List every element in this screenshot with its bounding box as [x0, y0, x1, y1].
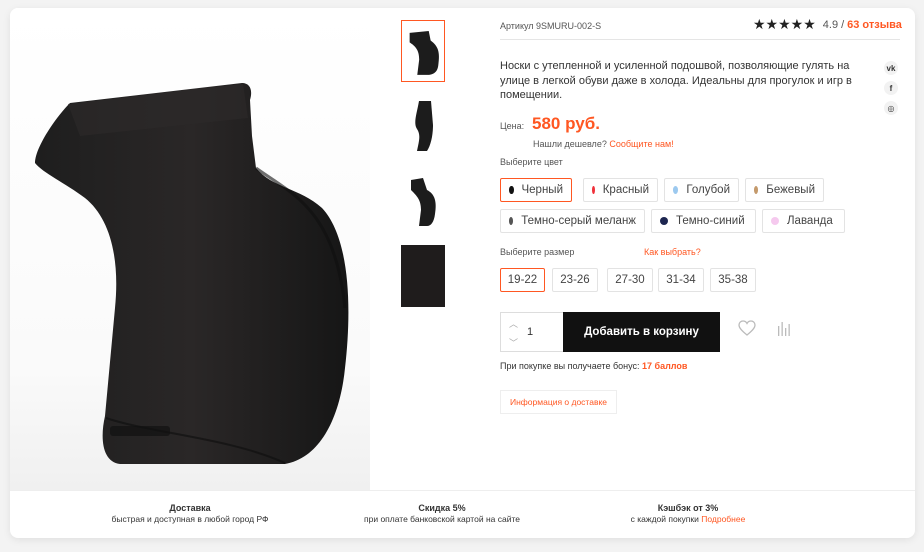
thumbnail-4[interactable]: [401, 245, 445, 307]
compare-icon[interactable]: [778, 322, 790, 341]
size-guide-link[interactable]: Как выбрать?: [644, 247, 701, 257]
color-swatch-icon: [509, 186, 514, 194]
color-option-label: Красный: [602, 184, 649, 196]
color-option[interactable]: Темно-синий: [651, 209, 756, 233]
feature-delivery: Доставка быстрая и доступная в любой гор…: [90, 503, 290, 524]
color-swatch-icon: [771, 217, 779, 225]
instagram-icon[interactable]: ◎: [884, 101, 898, 115]
color-option-label: Темно-серый меланж: [521, 215, 636, 227]
facebook-icon[interactable]: f: [884, 81, 898, 95]
color-option[interactable]: Лаванда: [762, 209, 845, 233]
price-label: Цена:: [500, 121, 525, 131]
bonus-text: При покупке вы получаете бонус:: [500, 361, 640, 371]
divider: [500, 39, 900, 40]
bonus-info: При покупке вы получаете бонус: 17 балло…: [500, 361, 687, 371]
size-option[interactable]: 35-38: [710, 268, 756, 292]
size-option[interactable]: 31-34: [658, 268, 704, 292]
color-option[interactable]: Красный: [583, 178, 658, 202]
price: 580 руб.: [532, 114, 600, 133]
add-to-cart-button[interactable]: Добавить в корзину: [563, 312, 720, 352]
quantity-value[interactable]: 1: [527, 326, 533, 338]
rating-score: 4.9: [822, 19, 839, 31]
rating: ★★★★★ 4.9 / 63 отзыва: [753, 17, 902, 33]
main-product-image: [10, 8, 370, 490]
rating-stars-icon: ★★★★★: [753, 17, 816, 33]
color-swatch-icon: [754, 186, 759, 194]
color-option[interactable]: Черный: [500, 178, 572, 202]
color-option[interactable]: Голубой: [664, 178, 739, 202]
color-option-label: Бежевый: [766, 184, 815, 196]
feature-discount: Скидка 5% при оплате банковской картой н…: [342, 503, 542, 524]
reviews-link[interactable]: 63 отзыва: [847, 19, 902, 31]
vk-icon[interactable]: vk: [884, 61, 898, 75]
feature-text-wrap: с каждой покупки Подробнее: [588, 514, 788, 525]
feature-title: Доставка: [169, 503, 211, 513]
footer-divider: [10, 490, 915, 491]
quantity-stepper[interactable]: ︿ 1 ﹀: [500, 312, 564, 352]
delivery-info-button[interactable]: Информация о доставке: [500, 390, 618, 414]
article-number: Артикул 9SMURU-002-S: [500, 21, 602, 31]
color-option-label: Голубой: [686, 184, 730, 196]
color-option-label: Черный: [521, 184, 564, 196]
feature-text: с каждой покупки: [630, 513, 699, 524]
color-swatch-icon: [673, 186, 679, 194]
color-swatch-icon: [509, 217, 514, 225]
feature-text: быстрая и доступная в любой город РФ: [111, 513, 269, 524]
found-cheaper-text: Нашли дешевле?: [533, 139, 607, 149]
more-link[interactable]: Подробнее: [701, 514, 745, 524]
quantity-up-icon[interactable]: ︿: [509, 319, 518, 329]
thumbnail-2[interactable]: [401, 95, 445, 157]
product-description: Носки с утепленной и усиленной подошвой,…: [500, 60, 852, 101]
color-label: Выберите цвет: [500, 157, 563, 167]
color-swatch-icon: [660, 217, 668, 225]
report-cheaper-link[interactable]: Сообщите нам!: [609, 139, 673, 149]
color-option-label: Лаванда: [787, 215, 833, 227]
found-cheaper: Нашли дешевле? Сообщите нам!: [533, 139, 674, 149]
feature-title: Скидка 5%: [418, 503, 466, 513]
color-swatch-icon: [592, 186, 595, 194]
product-card: Артикул 9SMURU-002-S ★★★★★ 4.9 / 63 отзы…: [10, 8, 915, 538]
size-option[interactable]: 23-26: [552, 268, 598, 292]
rating-separator: /: [841, 19, 845, 31]
size-option[interactable]: 27-30: [607, 268, 653, 292]
thumbnail-3[interactable]: [401, 170, 445, 232]
bonus-value: 17 баллов: [642, 361, 688, 371]
feature-title: Кэшбэк от 3%: [657, 503, 719, 513]
thumbnail-1[interactable]: [401, 20, 445, 82]
sock-illustration: [10, 8, 370, 490]
size-label: Выберите размер: [500, 247, 575, 257]
size-option[interactable]: 19-22: [500, 268, 545, 292]
color-option[interactable]: Бежевый: [745, 178, 824, 202]
feature-cashback: Кэшбэк от 3% с каждой покупки Подробнее: [588, 503, 788, 524]
color-option-label: Темно-синий: [676, 215, 745, 227]
wishlist-heart-icon[interactable]: [738, 320, 756, 341]
feature-text: при оплате банковской картой на сайте: [364, 513, 520, 524]
color-option[interactable]: Темно-серый меланж: [500, 209, 645, 233]
quantity-down-icon[interactable]: ﹀: [509, 338, 518, 348]
